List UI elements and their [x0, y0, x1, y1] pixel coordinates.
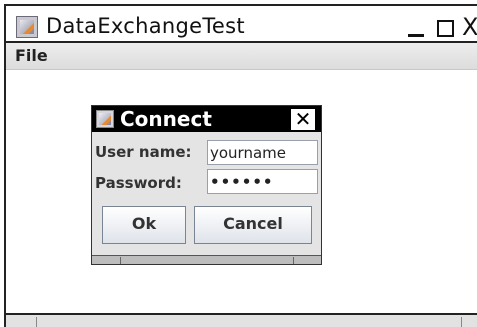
cancel-button[interactable]: Cancel	[194, 206, 312, 244]
menu-file[interactable]: File	[15, 46, 48, 65]
close-icon[interactable]: X	[462, 15, 477, 41]
password-label: Password:	[95, 174, 182, 192]
ok-button[interactable]: Ok	[102, 206, 186, 244]
username-input[interactable]: yourname	[207, 140, 318, 165]
maximize-icon[interactable]	[434, 15, 458, 41]
window-title-bar[interactable]: DataExchangeTest X	[6, 6, 477, 43]
minimize-icon[interactable]	[404, 15, 428, 41]
dialog-close-icon[interactable]: ✕	[291, 109, 315, 130]
menu-bar: File	[6, 43, 477, 70]
dialog-title: Connect	[120, 107, 212, 131]
password-input[interactable]: ••••••	[207, 169, 318, 194]
window-bottom-border[interactable]	[6, 313, 477, 327]
dialog-bottom-border[interactable]	[92, 255, 321, 264]
connect-dialog: Connect ✕ User name: yourname Password: …	[91, 105, 322, 265]
java-app-icon	[16, 16, 38, 38]
dialog-title-bar[interactable]: Connect ✕	[92, 106, 321, 132]
window-title: DataExchangeTest	[46, 14, 245, 38]
username-label: User name:	[95, 143, 192, 161]
java-app-icon	[96, 110, 114, 128]
